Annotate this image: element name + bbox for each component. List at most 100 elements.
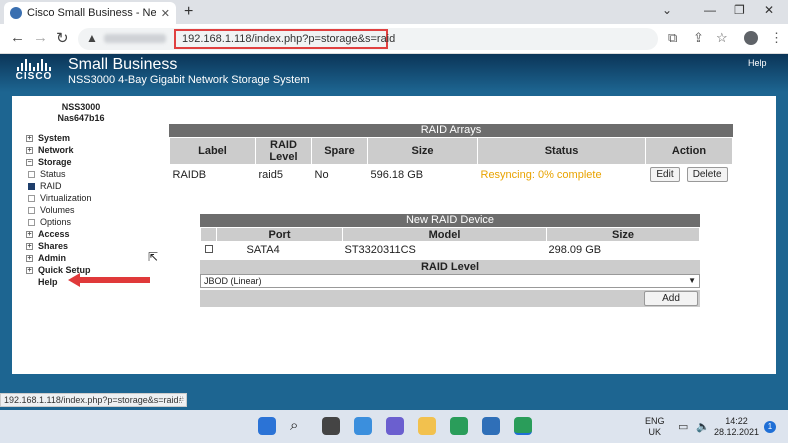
expand-icon: + — [26, 242, 33, 250]
link-preview-status: 192.168.1.118/index.php?p=storage&s=raid… — [0, 393, 188, 407]
sidebar-item-shares[interactable]: + Shares — [26, 240, 136, 252]
add-row: Add — [200, 289, 700, 307]
table-row: RAIDB raid5 No 596.18 GB Resyncing: 0% c… — [170, 165, 733, 185]
new-tab-button[interactable]: + — [184, 3, 193, 21]
share-icon[interactable]: ⇪ — [693, 30, 704, 46]
nav-list: + System + Network − Storage Status RAID Virtual… — [26, 132, 136, 288]
column-header: Label — [169, 137, 256, 165]
sidebar-item-label: Access — [38, 229, 70, 239]
sidebar-item-status[interactable]: Status — [26, 168, 136, 180]
bookmark-star-icon[interactable]: ☆ — [716, 30, 728, 46]
forward-icon[interactable]: → — [33, 29, 48, 46]
annotation-arrow-icon — [68, 273, 150, 287]
cisco-logo: CISCO — [10, 59, 58, 82]
column-header: Size — [546, 227, 700, 242]
expand-icon: + — [26, 230, 33, 238]
widgets-icon[interactable] — [354, 417, 372, 435]
sidebar-item-label: Network — [38, 145, 74, 155]
url-text[interactable]: 192.168.1.118/index.php?p=storage&s=raid — [174, 29, 395, 49]
raid-arrays-table: Label RAID Level Spare Size Status Action RAI… — [169, 137, 733, 185]
not-secure-warning-icon[interactable]: ▲ — [86, 31, 98, 45]
new-raid-table: Port Model Size SATA4 ST3320311CS 298.09… — [200, 227, 700, 259]
logo-word: CISCO — [15, 71, 53, 82]
edit-button[interactable]: Edit — [650, 167, 680, 183]
restore-icon[interactable]: ❐ — [734, 3, 745, 17]
new-raid-section: New RAID Device Port Model Size SATA4 ST… — [200, 214, 700, 307]
lang-top: ENG — [645, 416, 665, 426]
raid-size-cell: 596.18 GB — [370, 168, 424, 181]
sidebar-item-system[interactable]: + System — [26, 132, 136, 144]
column-header: RAID Level — [255, 137, 312, 165]
translate-icon[interactable]: ⧉ — [668, 30, 677, 46]
sidebar-item-options[interactable]: Options — [26, 216, 136, 228]
windows-taskbar: ⌕ ENG UK ▭ 🔈 14:22 28.12.2021 1 — [0, 410, 788, 443]
content-frame: NSS3000 Nas647b16 + System + Network − Storag… — [0, 92, 788, 410]
sidebar-item-label: Virtualization — [40, 193, 92, 203]
device-name: Nas647b16 — [57, 113, 105, 123]
sidebar-item-label: System — [38, 133, 71, 143]
nav-bullet-icon — [28, 206, 35, 214]
mouse-cursor-icon: ⇱ — [148, 250, 159, 264]
expand-icon: + — [26, 254, 33, 262]
sidebar-item-raid[interactable]: RAID — [26, 180, 136, 192]
back-icon[interactable]: ← — [10, 29, 25, 46]
cisco-favicon-icon — [10, 7, 22, 19]
delete-button[interactable]: Delete — [686, 167, 728, 183]
port-cell: SATA4 — [246, 244, 280, 257]
device-model: NSS3000 — [61, 102, 101, 112]
store-icon[interactable] — [482, 417, 500, 435]
sidebar-item-admin[interactable]: + Admin — [26, 252, 136, 264]
task-view-icon[interactable] — [322, 417, 340, 435]
model-cell: ST3320311CS — [344, 244, 416, 257]
chat-icon[interactable] — [386, 417, 404, 435]
header-help-link[interactable]: Help — [748, 58, 767, 68]
raid-status-cell: Resyncing: 0% complete — [480, 168, 602, 181]
column-header: Status — [477, 137, 646, 165]
search-icon[interactable]: ⌕ — [290, 417, 308, 435]
reload-icon[interactable]: ↻ — [56, 29, 69, 47]
tab-search-icon[interactable]: ⌄ — [662, 3, 672, 17]
sidebar-item-access[interactable]: + Access — [26, 228, 136, 240]
minimize-icon[interactable]: — — [704, 3, 716, 17]
sidebar-item-storage[interactable]: − Storage — [26, 156, 136, 168]
nav-bullet-icon — [28, 170, 35, 178]
display-icon[interactable]: ▭ — [678, 420, 688, 433]
sidebar-item-volumes[interactable]: Volumes — [26, 204, 136, 216]
raid-level-value: JBOD (Linear) — [204, 275, 262, 286]
collapse-icon: − — [26, 158, 33, 166]
expand-icon: + — [26, 146, 33, 154]
chrome-icon[interactable] — [450, 417, 468, 435]
profile-avatar-icon[interactable] — [744, 31, 758, 45]
language-indicator[interactable]: ENG UK — [645, 416, 665, 438]
browser-tab[interactable]: Cisco Small Business - Network S ✕ — [4, 2, 176, 24]
sidebar-item-virtualization[interactable]: Virtualization — [26, 192, 136, 204]
browser-tab-bar: Cisco Small Business - Network S ✕ + ⌄ —… — [0, 0, 788, 24]
address-bar[interactable]: ▲ 192.168.1.118/index.php?p=storage&s=ra… — [78, 28, 658, 50]
chrome-active-icon[interactable] — [514, 417, 532, 435]
raid-level-select[interactable]: JBOD (Linear) ▼ — [200, 273, 700, 288]
product-subtitle: NSS3000 4-Bay Gigabit Network Storage Sy… — [68, 74, 310, 86]
start-icon[interactable] — [258, 417, 276, 435]
menu-kebab-icon[interactable]: ⋮ — [770, 30, 783, 46]
sidebar-item-network[interactable]: + Network — [26, 144, 136, 156]
add-button[interactable]: Add — [644, 290, 698, 306]
raid-arrays-section: RAID Arrays Label RAID Level Spare Size Stat… — [169, 124, 733, 185]
close-tab-icon[interactable]: ✕ — [161, 7, 170, 20]
raid-arrays-title: RAID Arrays — [169, 124, 733, 137]
sidebar-item-label: Storage — [38, 157, 72, 167]
expand-icon: + — [26, 266, 33, 274]
sidebar-item-label: Shares — [38, 241, 69, 251]
status-extra-text: d. — [178, 394, 186, 404]
raid-level-header: RAID Level — [200, 259, 700, 274]
notification-badge[interactable]: 1 — [764, 421, 776, 433]
sidebar-item-label: RAID — [40, 181, 62, 191]
clock-date: 28.12.2021 — [714, 427, 760, 437]
column-header: Port — [216, 227, 343, 242]
disk-checkbox[interactable] — [204, 245, 213, 254]
file-explorer-icon[interactable] — [418, 417, 436, 435]
raid-label-cell: RAIDB — [172, 168, 207, 181]
sidebar-nav: NSS3000 Nas647b16 + System + Network − Storag… — [26, 102, 136, 288]
clock[interactable]: 14:22 28.12.2021 — [714, 416, 759, 438]
volume-icon[interactable]: 🔈 — [696, 420, 710, 433]
window-close-icon[interactable]: ✕ — [764, 3, 774, 17]
